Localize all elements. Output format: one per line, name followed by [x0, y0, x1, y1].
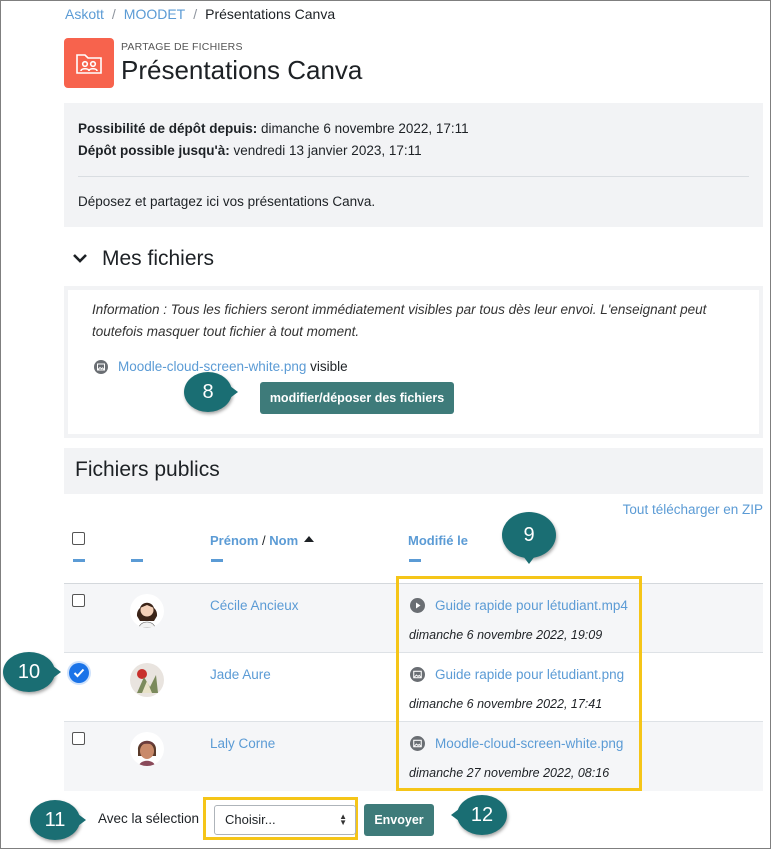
file-modified-date: dimanche 6 novembre 2022, 19:09 [409, 628, 603, 642]
table-row: Cécile Ancieux Guide rapide pour létudia… [64, 584, 763, 653]
my-files-panel: Information : Tous les fichiers seront i… [64, 286, 763, 438]
table-row: Jade Aure Guide rapide pour létudiant.pn… [64, 653, 763, 722]
file-share-module-icon [64, 38, 114, 88]
divider [78, 176, 749, 177]
bulk-action-selected-value: Choisir... [225, 812, 276, 827]
row-checkbox[interactable] [72, 594, 85, 607]
my-file-item: Moodle-cloud-screen-white.png visible [94, 359, 348, 374]
checkmark-icon [73, 668, 85, 678]
sort-modified-link[interactable]: Modifié le [408, 533, 468, 548]
breadcrumb-askott[interactable]: Askott [65, 6, 104, 22]
callout-12: 12 [451, 795, 507, 835]
column-toggle-icon[interactable] [131, 559, 143, 562]
open-date-label: Possibilité de dépôt depuis: [78, 121, 258, 136]
row-checkbox-checked[interactable] [69, 663, 89, 683]
breadcrumb-current: Présentations Canva [205, 6, 336, 22]
file-entry: Moodle-cloud-screen-white.png [410, 736, 623, 751]
breadcrumb-moodet[interactable]: MOODET [124, 6, 185, 22]
column-toggle-icon[interactable] [409, 559, 421, 562]
send-button[interactable]: Envoyer [364, 804, 434, 836]
file-link[interactable]: Guide rapide pour létudiant.png [435, 667, 624, 682]
image-icon [410, 736, 425, 751]
avatar [130, 732, 164, 766]
user-name-link[interactable]: Cécile Ancieux [210, 598, 299, 613]
user-name-link[interactable]: Laly Corne [210, 736, 275, 751]
callout-11: 11 [30, 800, 86, 840]
select-arrows-icon: ▲ ▼ [339, 812, 347, 827]
callout-9: 9 [502, 512, 556, 564]
edit-upload-files-button[interactable]: modifier/déposer des fichiers [260, 382, 454, 414]
availability-box: Possibilité de dépôt depuis: dimanche 6 … [64, 103, 763, 227]
open-date-value: dimanche 6 novembre 2022, 17:11 [257, 121, 469, 136]
header-separator: / [258, 533, 270, 548]
breadcrumb-separator: / [111, 6, 116, 22]
page-title: Présentations Canva [121, 55, 363, 85]
column-toggle-icon[interactable] [211, 559, 223, 562]
chevron-down-icon [73, 254, 87, 263]
select-all-checkbox[interactable] [72, 532, 85, 545]
file-link[interactable]: Moodle-cloud-screen-white.png [435, 736, 623, 751]
column-toggle-icon[interactable] [73, 559, 85, 562]
bulk-action-select[interactable]: Choisir... ▲ ▼ [214, 805, 356, 835]
sort-firstname-link[interactable]: Prénom [210, 533, 258, 548]
name-column-header: Prénom / Nom [210, 533, 315, 548]
callout-10: 10 [3, 652, 61, 692]
visibility-info: Information : Tous les fichiers seront i… [92, 302, 707, 339]
due-date-value: vendredi 13 janvier 2023, 17:11 [229, 143, 422, 158]
avatar [130, 663, 164, 697]
file-modified-date: dimanche 27 novembre 2022, 08:16 [409, 766, 610, 780]
due-date-label: Dépôt possible jusqu'à: [78, 143, 230, 158]
avatar [130, 594, 164, 628]
sort-ascending-icon [304, 536, 315, 542]
public-files-title: Fichiers publics [64, 448, 763, 494]
file-modified-date: dimanche 6 novembre 2022, 17:41 [409, 697, 603, 711]
user-name-link[interactable]: Jade Aure [210, 667, 271, 682]
my-files-title: Mes fichiers [102, 247, 215, 270]
sort-lastname-link[interactable]: Nom [269, 533, 298, 548]
file-entry: Guide rapide pour létudiant.mp4 [410, 598, 628, 613]
bulk-action-label: Avec la sélection : [98, 811, 207, 826]
my-file-status: visible [310, 359, 348, 374]
row-checkbox[interactable] [72, 732, 85, 745]
activity-description: Déposez et partagez ici vos présentation… [78, 194, 376, 209]
image-icon [410, 667, 425, 682]
breadcrumb-separator: / [193, 6, 198, 22]
callout-8: 8 [184, 372, 238, 412]
my-files-toggle[interactable]: Mes fichiers [72, 247, 214, 271]
download-all-zip-link[interactable]: Tout télécharger en ZIP [623, 502, 763, 517]
image-icon [94, 359, 108, 374]
file-link[interactable]: Guide rapide pour létudiant.mp4 [435, 598, 628, 613]
module-kicker: PARTAGE DE FICHIERS [121, 41, 243, 53]
breadcrumb: Askott / MOODET / Présentations Canva [65, 6, 335, 22]
play-icon [410, 598, 425, 613]
table-row: Laly Corne Moodle-cloud-screen-white.png… [64, 722, 763, 791]
table-header: Prénom / Nom Modifié le [64, 522, 763, 584]
file-entry: Guide rapide pour létudiant.png [410, 667, 624, 682]
